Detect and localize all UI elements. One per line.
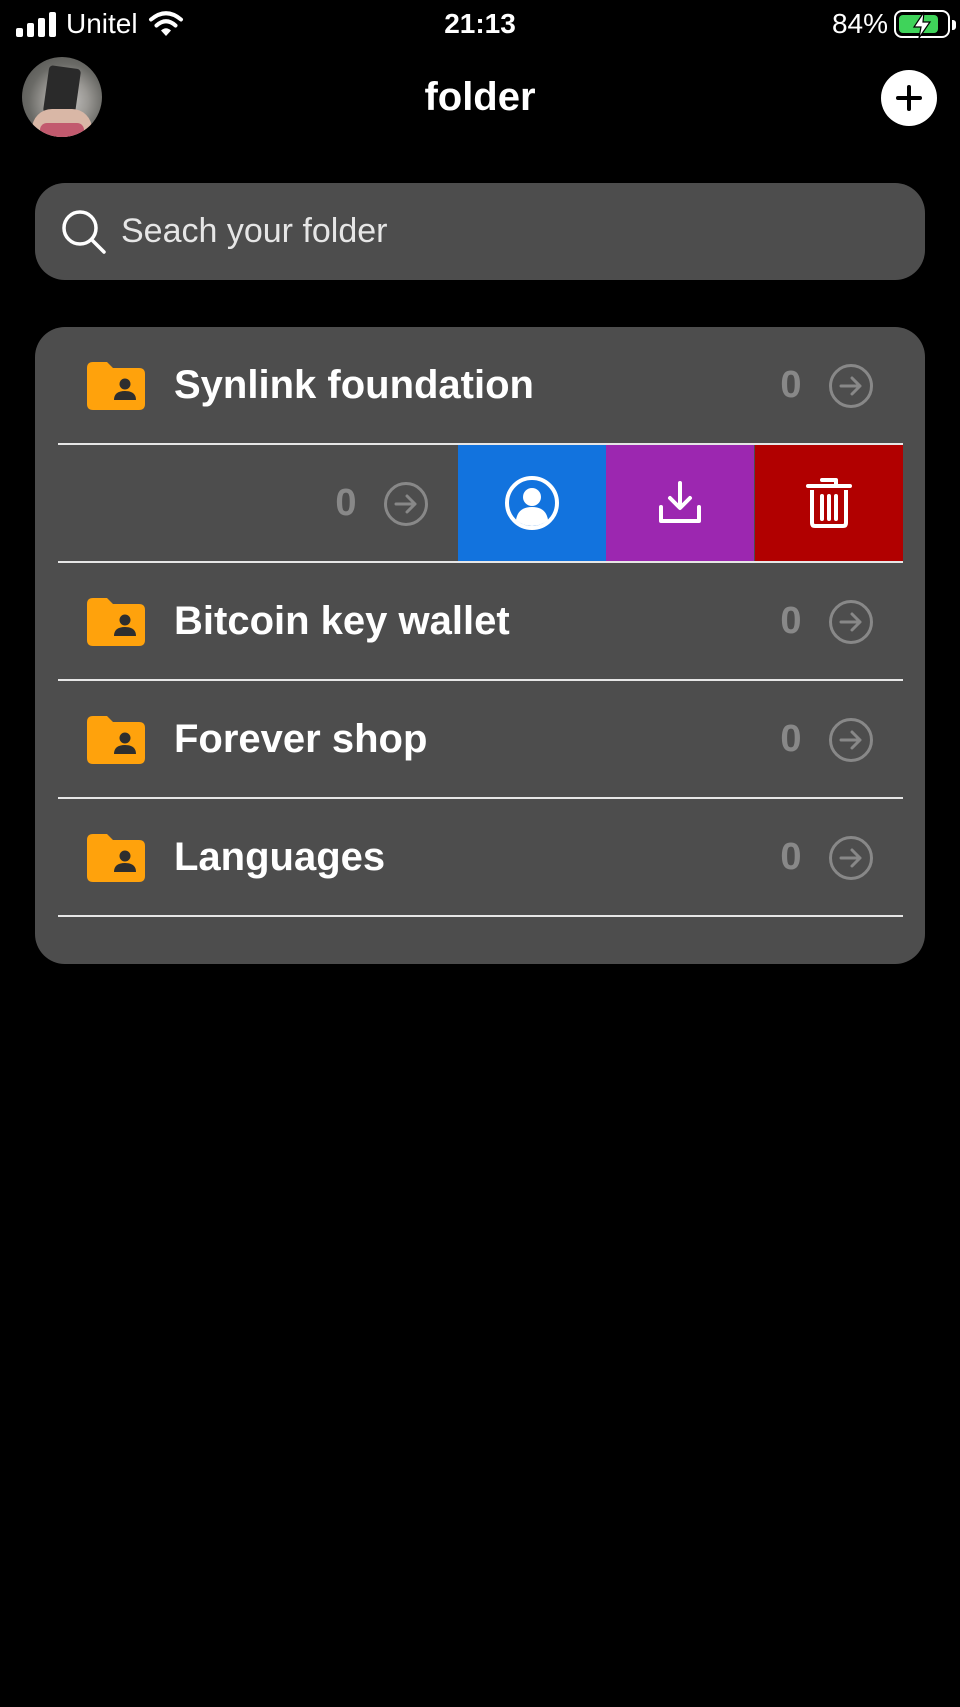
arrow-right-circle-icon[interactable] (383, 481, 429, 527)
shared-folder-icon (87, 362, 145, 410)
status-right: 84% (831, 8, 956, 40)
folder-name: Languages (174, 835, 386, 879)
folder-count: 0 (780, 364, 802, 406)
folder-row[interactable]: Synlink foundation 0 (58, 327, 903, 445)
swiped-row-content[interactable]: 0 (58, 445, 458, 561)
status-time: 21:13 (444, 8, 516, 39)
shared-folder-icon (87, 716, 145, 764)
folder-count: 0 (335, 482, 357, 524)
download-action-button[interactable] (606, 445, 754, 561)
person-circle-icon (505, 476, 559, 530)
share-action-button[interactable] (458, 445, 606, 561)
battery-percentage: 84% (831, 8, 888, 39)
folder-count: 0 (780, 836, 802, 878)
shared-folder-icon (87, 598, 145, 646)
folder-name: Forever shop (174, 717, 428, 761)
folder-row[interactable]: Languages 0 (58, 799, 903, 917)
folder-count: 0 (780, 718, 802, 760)
folder-list: Synlink foundation 0 0 Bitcoin key walle… (35, 327, 925, 964)
arrow-right-circle-icon[interactable] (828, 363, 874, 409)
arrow-right-circle-icon[interactable] (828, 599, 874, 645)
download-icon (659, 481, 701, 523)
search-input[interactable] (121, 183, 901, 280)
delete-action-button[interactable] (755, 445, 903, 561)
folder-count: 0 (780, 600, 802, 642)
folder-row[interactable]: Forever shop 0 (58, 681, 903, 799)
page-title: folder (424, 75, 536, 119)
arrow-right-circle-icon[interactable] (828, 835, 874, 881)
shared-folder-icon (87, 834, 145, 882)
arrow-right-circle-icon[interactable] (828, 717, 874, 763)
battery-charging-icon (894, 10, 956, 39)
status-bar: Unitel 21:13 84% (0, 0, 960, 48)
search-bar[interactable] (35, 183, 925, 280)
search-icon (62, 210, 106, 254)
folder-name: Bitcoin key wallet (174, 599, 510, 643)
folder-row-swiped[interactable]: 0 (58, 445, 903, 563)
folder-row[interactable]: Bitcoin key wallet 0 (58, 563, 903, 681)
add-folder-button[interactable] (881, 70, 937, 126)
trash-icon (806, 478, 852, 528)
bolt-icon (912, 11, 932, 39)
folder-name: Synlink foundation (174, 363, 534, 407)
